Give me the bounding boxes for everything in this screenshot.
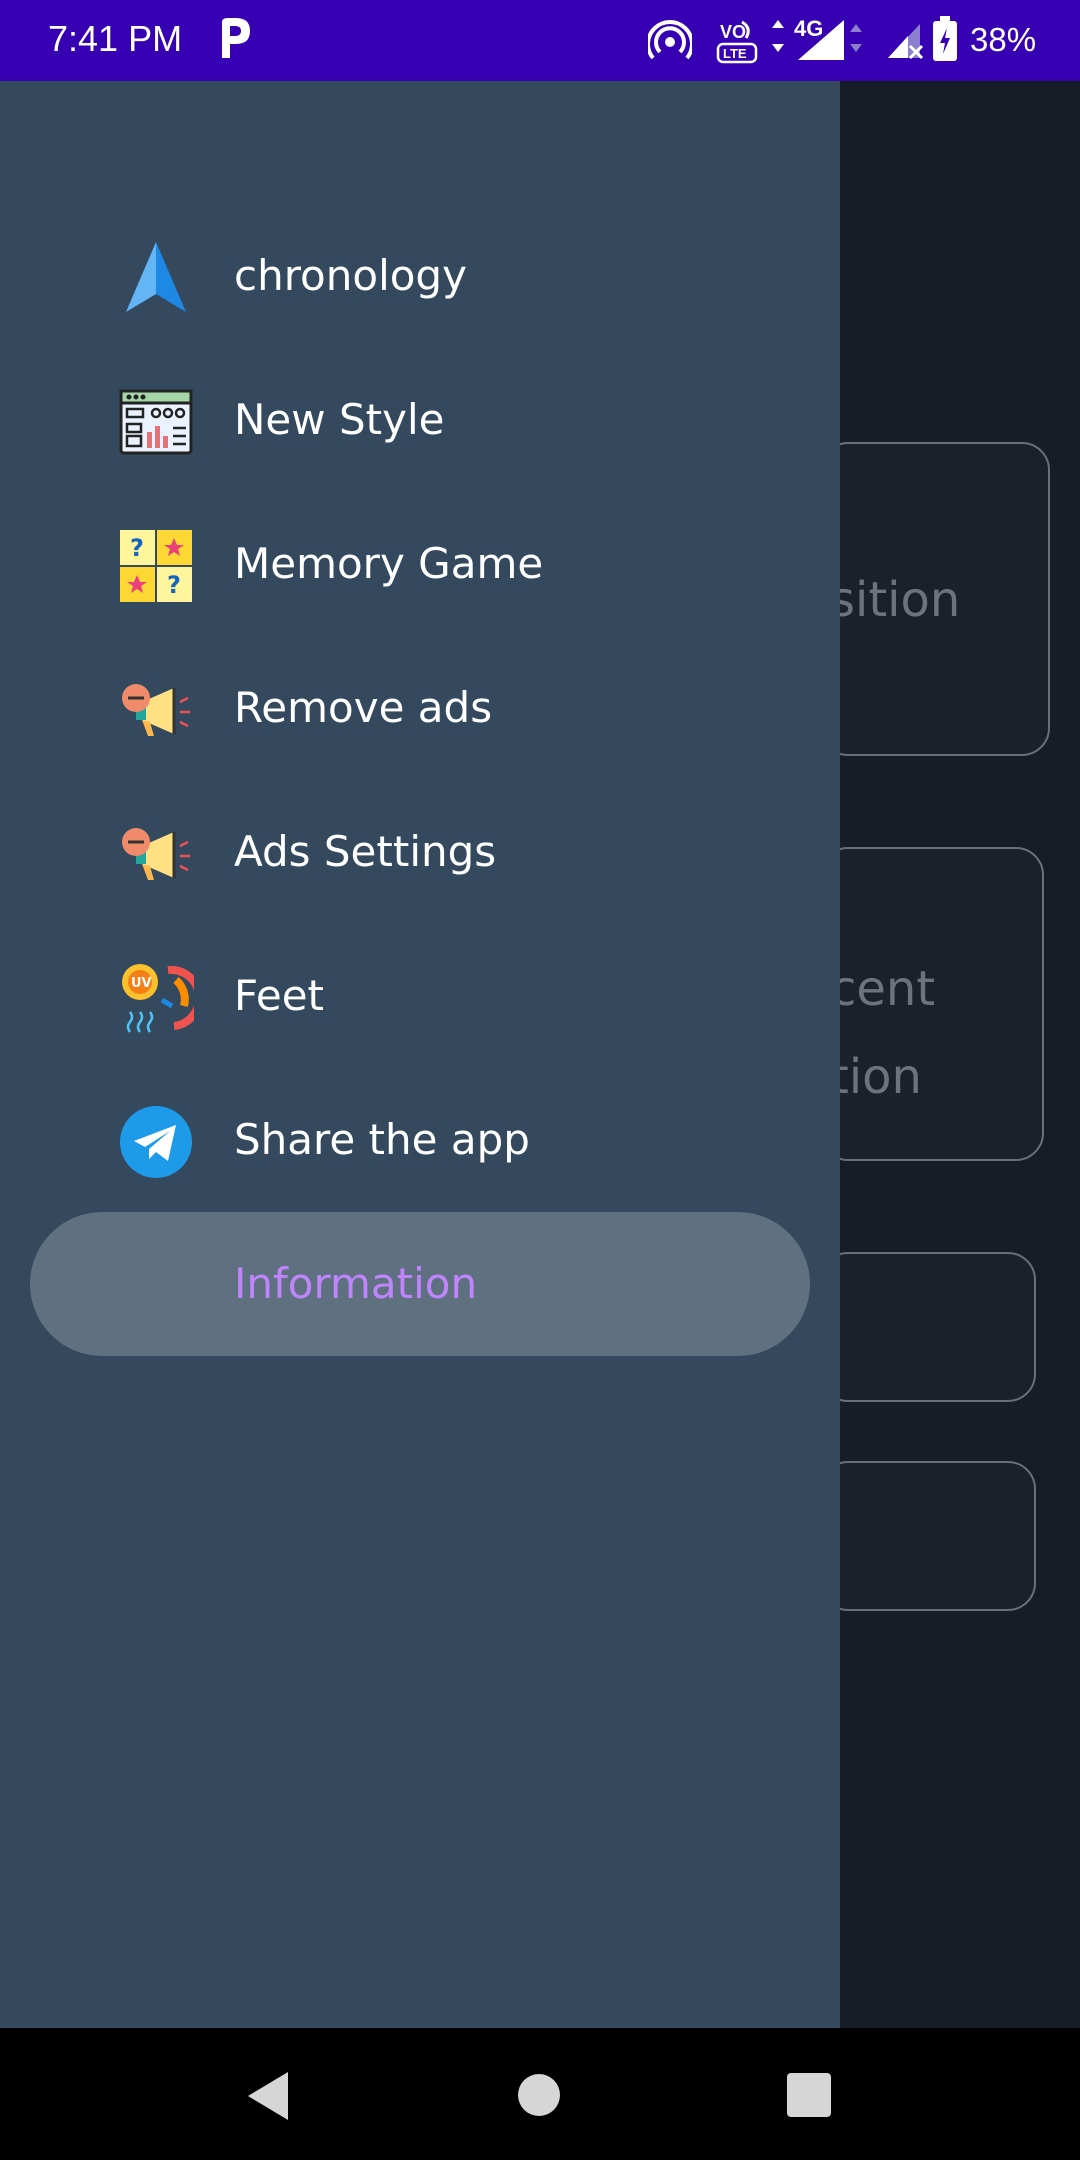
battery-percent: 38% — [970, 21, 1037, 58]
drawer-item-feet[interactable]: UV Feet — [0, 924, 840, 1068]
svg-text:4G: 4G — [794, 16, 823, 41]
drawer-item-ads-settings[interactable]: Ads Settings — [0, 780, 840, 924]
svg-text:LTE: LTE — [723, 46, 747, 61]
background-card-2: cent tion — [820, 847, 1044, 1161]
wifi-off-icon — [888, 24, 924, 60]
svg-text:UV: UV — [131, 976, 152, 991]
drawer-item-label: Memory Game — [234, 539, 544, 588]
background-card-2-line1: cent — [830, 961, 936, 1017]
navigation-drawer: chronology New Style ? ? Memory Game Rem… — [0, 81, 840, 2028]
drawer-item-information[interactable]: Information — [0, 1212, 840, 1356]
telegram-icon — [120, 1106, 192, 1178]
background-card-3 — [820, 1252, 1036, 1402]
drawer-item-label: Feet — [234, 971, 325, 1020]
svg-text:?: ? — [167, 571, 181, 599]
drawer-item-label: Remove ads — [234, 683, 493, 732]
uv-sun-icon: UV — [122, 964, 194, 1033]
drawer-item-label: Information — [234, 1259, 478, 1308]
navigation-arrow-icon — [126, 242, 186, 312]
svg-text:?: ? — [130, 534, 144, 562]
drawer-item-memory-game[interactable]: ? ? Memory Game — [0, 492, 840, 636]
drawer-item-remove-ads[interactable]: Remove ads — [0, 636, 840, 780]
megaphone-icon — [122, 828, 190, 880]
background-card-1-text: sition — [830, 572, 961, 628]
drawer-item-label: chronology — [234, 251, 467, 300]
memory-cards-icon: ? ? — [120, 530, 192, 602]
drawer-item-chronology[interactable]: chronology — [0, 204, 840, 348]
status-time: 7:41 PM — [48, 18, 183, 59]
megaphone-icon — [122, 684, 190, 736]
home-icon[interactable] — [516, 2072, 562, 2118]
background-card-2-line2: tion — [830, 1049, 922, 1105]
background-card-4 — [820, 1461, 1036, 1611]
battery-charging-icon — [933, 16, 957, 61]
svg-text:VO: VO — [720, 22, 746, 42]
drawer-item-new-style[interactable]: New Style — [0, 348, 840, 492]
drawer-item-label: New Style — [234, 395, 445, 444]
back-icon[interactable] — [244, 2070, 292, 2122]
drawer-item-label: Share the app — [234, 1115, 530, 1164]
recents-icon[interactable] — [786, 2072, 832, 2118]
status-bar: 7:41 PM VO LTE 4G 38% — [0, 0, 1080, 81]
signal-icon: 4G — [772, 16, 862, 60]
hotspot-icon — [648, 20, 692, 60]
parking-p-icon — [222, 18, 250, 58]
dashboard-window-icon — [119, 389, 193, 455]
drawer-item-share-the-app[interactable]: Share the app — [0, 1068, 840, 1212]
system-navigation-bar — [0, 2028, 1080, 2160]
background-card-1: sition — [820, 442, 1050, 756]
volte-icon: VO LTE — [716, 20, 758, 64]
drawer-item-label: Ads Settings — [234, 827, 497, 876]
